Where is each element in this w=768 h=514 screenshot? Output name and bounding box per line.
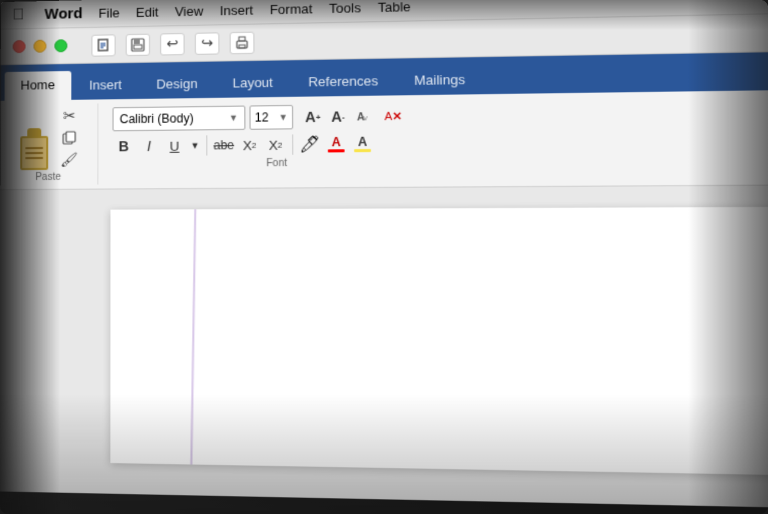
document-page [110, 207, 768, 477]
app-name[interactable]: Word [44, 5, 82, 23]
font-color-bar [328, 149, 345, 152]
menu-table[interactable]: Table [378, 0, 411, 15]
format-row: B I U ▼ abe X2 [113, 132, 446, 158]
undo-icon[interactable]: ↩ [160, 33, 184, 55]
tab-layout[interactable]: Layout [216, 68, 290, 97]
maximize-button[interactable] [54, 39, 67, 52]
save-icon[interactable] [126, 33, 150, 55]
svg-text:v: v [363, 113, 367, 122]
highlight-color-button[interactable]: A [351, 133, 374, 156]
underline-icon: U [170, 138, 180, 153]
font-section: Calibri (Body) ▼ 12 ▼ A+ A- [102, 99, 456, 185]
cut-icon[interactable]: ✂ [58, 106, 80, 126]
underline-button[interactable]: U [163, 135, 186, 157]
redo-icon[interactable]: ↪ [195, 32, 220, 55]
close-button[interactable] [13, 40, 26, 53]
tab-insert[interactable]: Insert [73, 71, 138, 100]
superscript-button[interactable]: X2 [264, 133, 287, 156]
document-area[interactable] [0, 184, 768, 511]
paste-button[interactable] [16, 128, 52, 170]
character-spacing-button[interactable]: A v [354, 105, 377, 128]
font-label: Font [266, 158, 287, 169]
subscript-button[interactable]: X2 [238, 134, 261, 157]
format-separator-2 [292, 134, 293, 154]
underline-dropdown[interactable]: ▼ [189, 134, 201, 156]
menu-file[interactable]: File [99, 5, 120, 20]
new-doc-icon[interactable] [91, 34, 115, 56]
tab-design[interactable]: Design [140, 70, 214, 99]
clear-format-button[interactable]: A [381, 105, 404, 128]
apple-menu[interactable]:  [13, 6, 25, 24]
clipboard-label: Paste [35, 172, 61, 183]
svg-text:A: A [384, 111, 393, 123]
italic-button[interactable]: I [138, 135, 160, 157]
doc-margin-line [190, 209, 196, 464]
tab-mailings[interactable]: Mailings [397, 65, 482, 95]
menu-tools[interactable]: Tools [329, 0, 361, 16]
word-application:  Word File Edit View Insert Format Tool… [0, 0, 768, 514]
clipboard-lines-icon [25, 147, 43, 162]
tab-home[interactable]: Home [5, 71, 72, 101]
bold-button[interactable]: B [113, 135, 135, 157]
clipboard-section: ✂ 🖌 Paste [8, 103, 98, 185]
clipboard-body-icon [20, 136, 48, 170]
strikethrough-icon: abe [213, 138, 234, 152]
font-size-arrow: ▼ [279, 112, 288, 122]
strikethrough-button[interactable]: abe [212, 134, 235, 156]
clipboard-clip-icon [27, 128, 41, 136]
font-row-1: Calibri (Body) ▼ 12 ▼ A+ A- [113, 103, 446, 131]
font-name-arrow: ▼ [229, 113, 238, 123]
menu-view[interactable]: View [175, 4, 204, 20]
format-separator-1 [206, 135, 207, 155]
font-shrink-button[interactable]: A- [326, 105, 349, 128]
menu-format[interactable]: Format [270, 1, 313, 17]
clipboard-line-3 [25, 157, 43, 159]
tab-references[interactable]: References [292, 67, 396, 97]
clipboard-small-icons: ✂ 🖌 [58, 106, 80, 170]
highlight-color-letter: A [358, 136, 367, 148]
font-size-dropdown[interactable]: 12 ▼ [249, 105, 293, 130]
highlight-color-bar [354, 149, 371, 152]
format-painter-icon[interactable]: 🖌 [58, 150, 80, 170]
text-highlight-button[interactable]: 🖊 [298, 133, 321, 156]
screen-wrapper:  Word File Edit View Insert Format Tool… [0, 0, 768, 514]
clipboard-line-2 [25, 152, 43, 154]
font-name-value: Calibri (Body) [120, 111, 194, 126]
copy-icon[interactable] [58, 128, 80, 148]
minimize-button[interactable] [33, 40, 46, 53]
font-color-button[interactable]: A [325, 133, 348, 156]
clipboard-line-1 [25, 147, 43, 149]
font-name-dropdown[interactable]: Calibri (Body) ▼ [113, 106, 246, 132]
font-color-letter: A [332, 136, 341, 148]
toolbar-icons: ↩ ↪ [91, 31, 254, 56]
print-icon[interactable] [230, 31, 255, 54]
font-grow-button[interactable]: A+ [301, 106, 324, 129]
font-size-value: 12 [255, 110, 269, 124]
app-content:  Word File Edit View Insert Format Tool… [0, 0, 768, 512]
ribbon-toolbar: ✂ 🖌 Paste [0, 88, 768, 191]
menu-insert[interactable]: Insert [220, 2, 254, 18]
menu-edit[interactable]: Edit [136, 5, 159, 20]
